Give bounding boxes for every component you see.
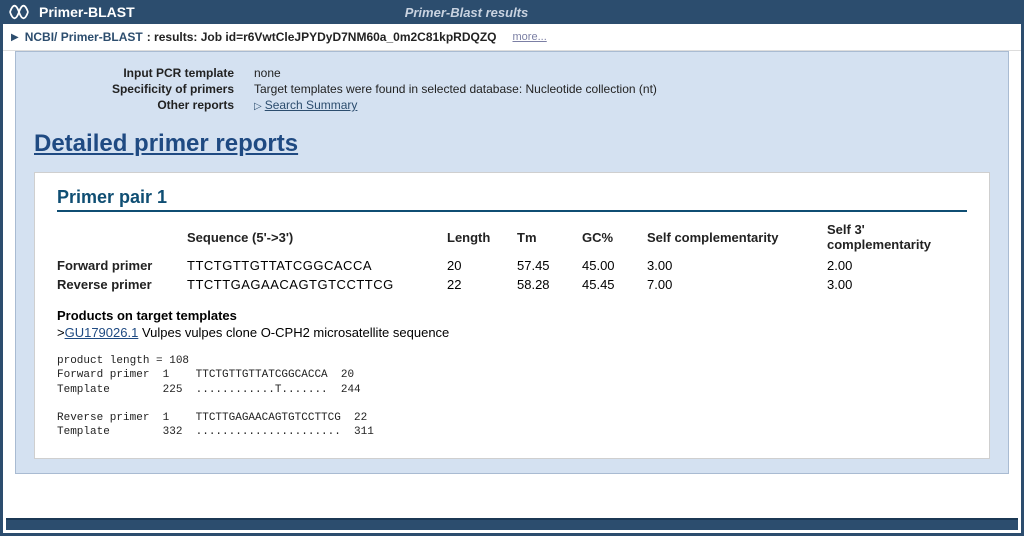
ncbi-logo-icon [3, 3, 35, 21]
app-title: Primer-BLAST [39, 4, 135, 20]
bottom-band [6, 518, 1018, 530]
value-specificity: Target templates were found in selected … [254, 82, 990, 96]
label-other-reports: Other reports [34, 98, 234, 112]
cell-tm: 58.28 [517, 275, 582, 294]
breadcrumb-link[interactable]: NCBI/ Primer-BLAST [25, 30, 143, 44]
target-template-line: >GU179026.1 Vulpes vulpes clone O-CPH2 m… [57, 325, 967, 340]
row-label: Reverse primer [57, 275, 187, 294]
cell-self-comp: 3.00 [647, 256, 827, 275]
col-length: Length [447, 218, 517, 256]
cell-length: 22 [447, 275, 517, 294]
cell-sequence: TTCTTGAGAACAGTGTCCTTCG [187, 275, 447, 294]
label-specificity: Specificity of primers [34, 82, 234, 96]
breadcrumb-job-id: : results: Job id=r6VwtCleJPYDyD7NM60a_0… [147, 30, 497, 44]
target-description: Vulpes vulpes clone O-CPH2 microsatellit… [138, 325, 449, 340]
value-input-template: none [254, 66, 990, 80]
triangle-right-icon: ▶ [11, 32, 19, 43]
alignment-block: product length = 108 Forward primer 1 TT… [57, 354, 967, 440]
cell-self3-comp: 2.00 [827, 256, 967, 275]
col-tm: Tm [517, 218, 582, 256]
primer-pair-title: Primer pair 1 [57, 187, 967, 212]
search-summary-link[interactable]: Search Summary [265, 98, 358, 112]
top-bar: Primer-BLAST Primer-Blast results [3, 0, 1021, 24]
primer-table: Sequence (5'->3') Length Tm GC% Self com… [57, 218, 967, 294]
cell-self3-comp: 3.00 [827, 275, 967, 294]
more-link[interactable]: more... [513, 31, 547, 43]
breadcrumb: ▶ NCBI/ Primer-BLAST : results: Job id=r… [3, 24, 1021, 51]
table-row: Reverse primer TTCTTGAGAACAGTGTCCTTCG 22… [57, 275, 967, 294]
accession-link[interactable]: GU179026.1 [65, 325, 139, 340]
col-self-comp: Self complementarity [647, 218, 827, 256]
col-sequence: Sequence (5'->3') [187, 218, 447, 256]
cell-gc: 45.45 [582, 275, 647, 294]
primer-table-header: Sequence (5'->3') Length Tm GC% Self com… [57, 218, 967, 256]
triangle-right-icon: ▷ [254, 101, 262, 112]
summary-grid: Input PCR template none Specificity of p… [34, 66, 990, 112]
primer-pair-card: Primer pair 1 Sequence (5'->3') Length T… [34, 172, 990, 459]
row-label: Forward primer [57, 256, 187, 275]
detailed-reports-heading[interactable]: Detailed primer reports [34, 130, 990, 158]
table-row: Forward primer TTCTGTTGTTATCGGCACCA 20 5… [57, 256, 967, 275]
cell-sequence: TTCTGTTGTTATCGGCACCA [187, 256, 447, 275]
results-label: Primer-Blast results [405, 5, 529, 20]
summary-panel: Input PCR template none Specificity of p… [15, 51, 1009, 474]
products-label: Products on target templates [57, 308, 967, 323]
detailed-reports-heading-text: Detailed primer reports [34, 130, 298, 157]
value-other-reports: ▷Search Summary [254, 98, 990, 112]
cell-length: 20 [447, 256, 517, 275]
cell-gc: 45.00 [582, 256, 647, 275]
cell-tm: 57.45 [517, 256, 582, 275]
col-gc: GC% [582, 218, 647, 256]
col-self3-comp: Self 3' complementarity [827, 218, 967, 256]
label-input-template: Input PCR template [34, 66, 234, 80]
cell-self-comp: 7.00 [647, 275, 827, 294]
